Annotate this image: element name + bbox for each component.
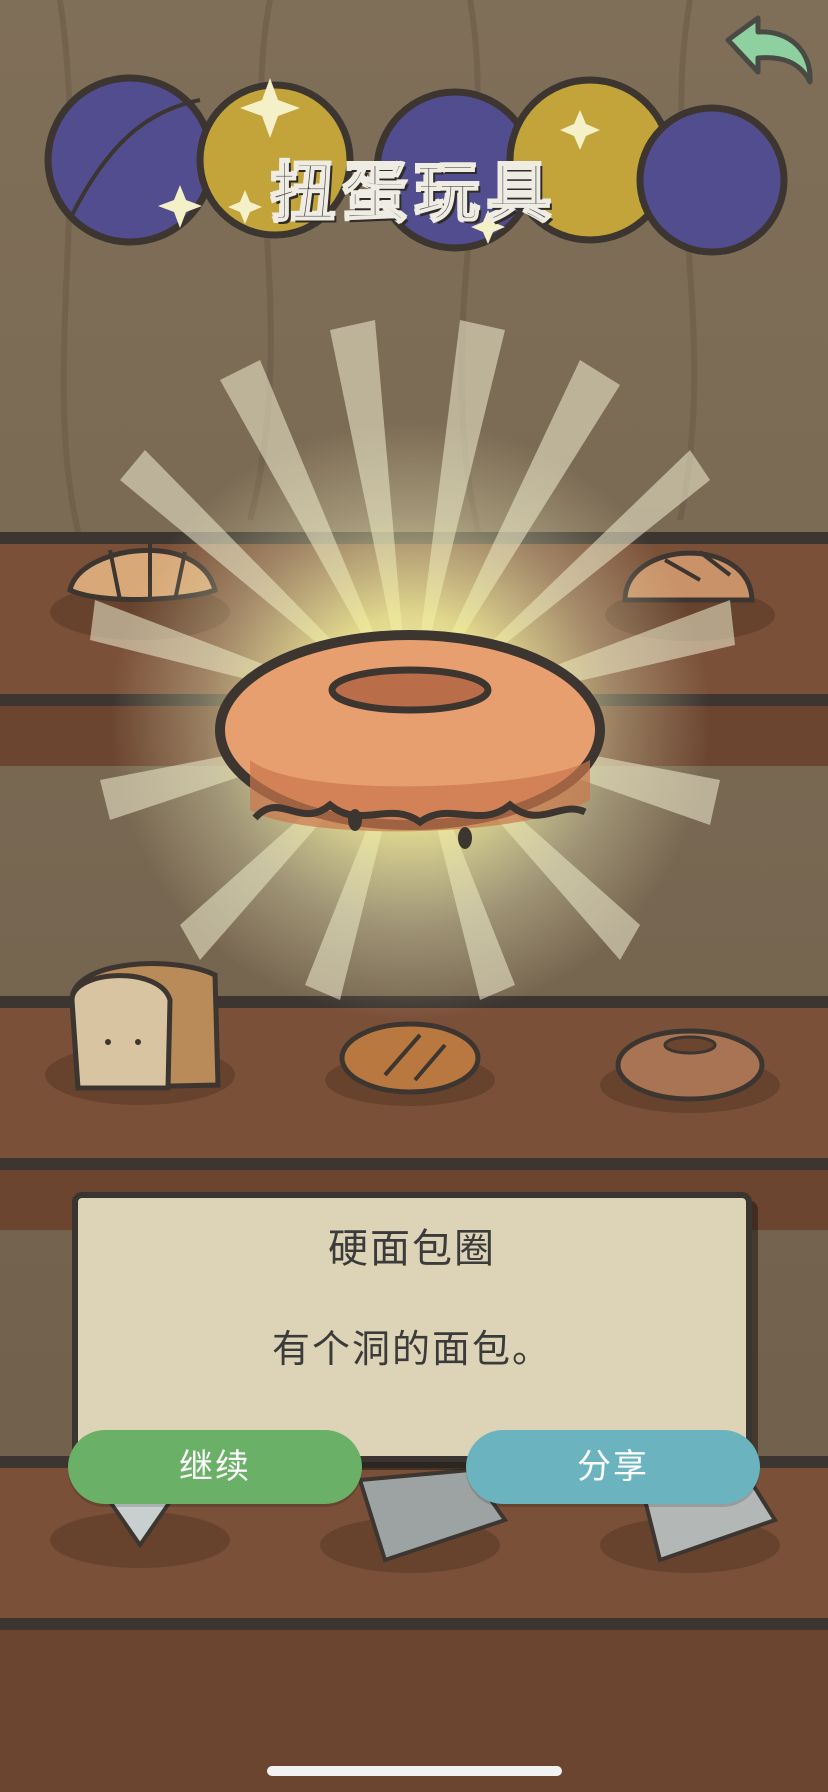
item-name: 硬面包圈 bbox=[328, 1226, 496, 1272]
bagel-icon bbox=[215, 630, 605, 849]
header: 扭蛋玩具 bbox=[40, 70, 790, 270]
continue-button[interactable]: 继续 bbox=[68, 1430, 362, 1504]
back-button[interactable] bbox=[710, 12, 820, 102]
home-indicator[interactable] bbox=[267, 1766, 562, 1776]
result-card: 硬面包圈 有个洞的面包。 bbox=[72, 1192, 752, 1462]
item-description: 有个洞的面包。 bbox=[271, 1327, 552, 1371]
back-arrow-icon bbox=[725, 15, 813, 85]
share-button[interactable]: 分享 bbox=[466, 1430, 760, 1504]
page-title: 扭蛋玩具 bbox=[270, 156, 559, 232]
